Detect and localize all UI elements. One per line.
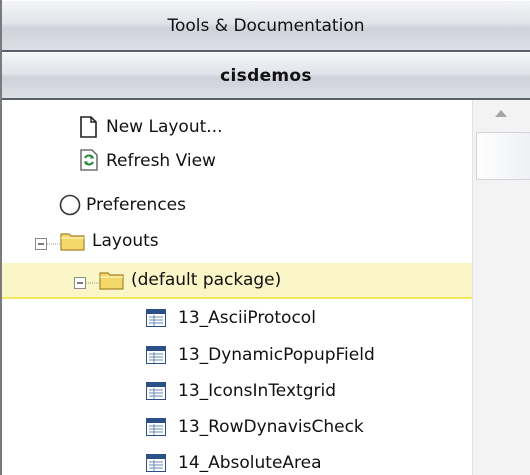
layout-grid-icon xyxy=(146,382,166,405)
collapse-toggle-icon[interactable] xyxy=(74,274,102,294)
vertical-scrollbar[interactable] xyxy=(472,100,530,475)
layout-grid-icon xyxy=(146,309,166,332)
tree-item-layout[interactable]: 13_RowDynavisCheck xyxy=(2,410,472,443)
refresh-icon xyxy=(79,149,99,176)
tree-item-layout[interactable]: 14_AbsoluteArea xyxy=(2,446,472,475)
preferences-circle-icon xyxy=(59,194,81,221)
tree-item-refresh-view[interactable]: Refresh View xyxy=(2,144,472,177)
tree-label: Preferences xyxy=(86,194,186,215)
tree-label: 13_RowDynavisCheck xyxy=(178,416,364,437)
scroll-up-arrow-icon[interactable] xyxy=(473,100,530,130)
tools-documentation-header[interactable]: Tools & Documentation xyxy=(2,0,530,52)
tree-label: New Layout... xyxy=(106,116,223,137)
tree-item-layout[interactable]: 13_IconsInTextgrid xyxy=(2,374,472,407)
folder-open-icon xyxy=(60,231,86,256)
tree-label: 14_AbsoluteArea xyxy=(178,452,322,473)
layout-grid-icon xyxy=(146,346,166,369)
scrollbar-thumb[interactable] xyxy=(476,132,530,180)
project-title: cisdemos xyxy=(220,66,312,86)
tree-label: 13_IconsInTextgrid xyxy=(178,380,336,401)
tree-label: Layouts xyxy=(92,230,159,251)
project-header[interactable]: cisdemos xyxy=(2,52,530,100)
tree-label: 13_AsciiProtocol xyxy=(178,307,316,328)
tree-item-layouts[interactable]: Layouts xyxy=(2,224,472,257)
layout-tree: New Layout... Refresh View Preferences L… xyxy=(2,100,472,475)
tree-item-layout[interactable]: 13_DynamicPopupField xyxy=(2,338,472,371)
collapse-toggle-icon[interactable] xyxy=(35,235,63,255)
tree-item-preferences[interactable]: Preferences xyxy=(2,188,472,221)
tree-label: 13_DynamicPopupField xyxy=(178,344,375,365)
layout-grid-icon xyxy=(146,454,166,475)
folder-icon xyxy=(99,270,125,295)
layout-grid-icon xyxy=(146,418,166,441)
tree-item-default-package[interactable]: (default package) xyxy=(2,263,472,299)
tools-documentation-title: Tools & Documentation xyxy=(167,16,365,36)
tree-item-new-layout[interactable]: New Layout... xyxy=(2,110,472,143)
tree-label: Refresh View xyxy=(106,150,216,171)
new-document-icon xyxy=(79,116,99,143)
tree-item-layout[interactable]: 13_AsciiProtocol xyxy=(2,301,472,334)
tree-label: (default package) xyxy=(131,270,282,290)
